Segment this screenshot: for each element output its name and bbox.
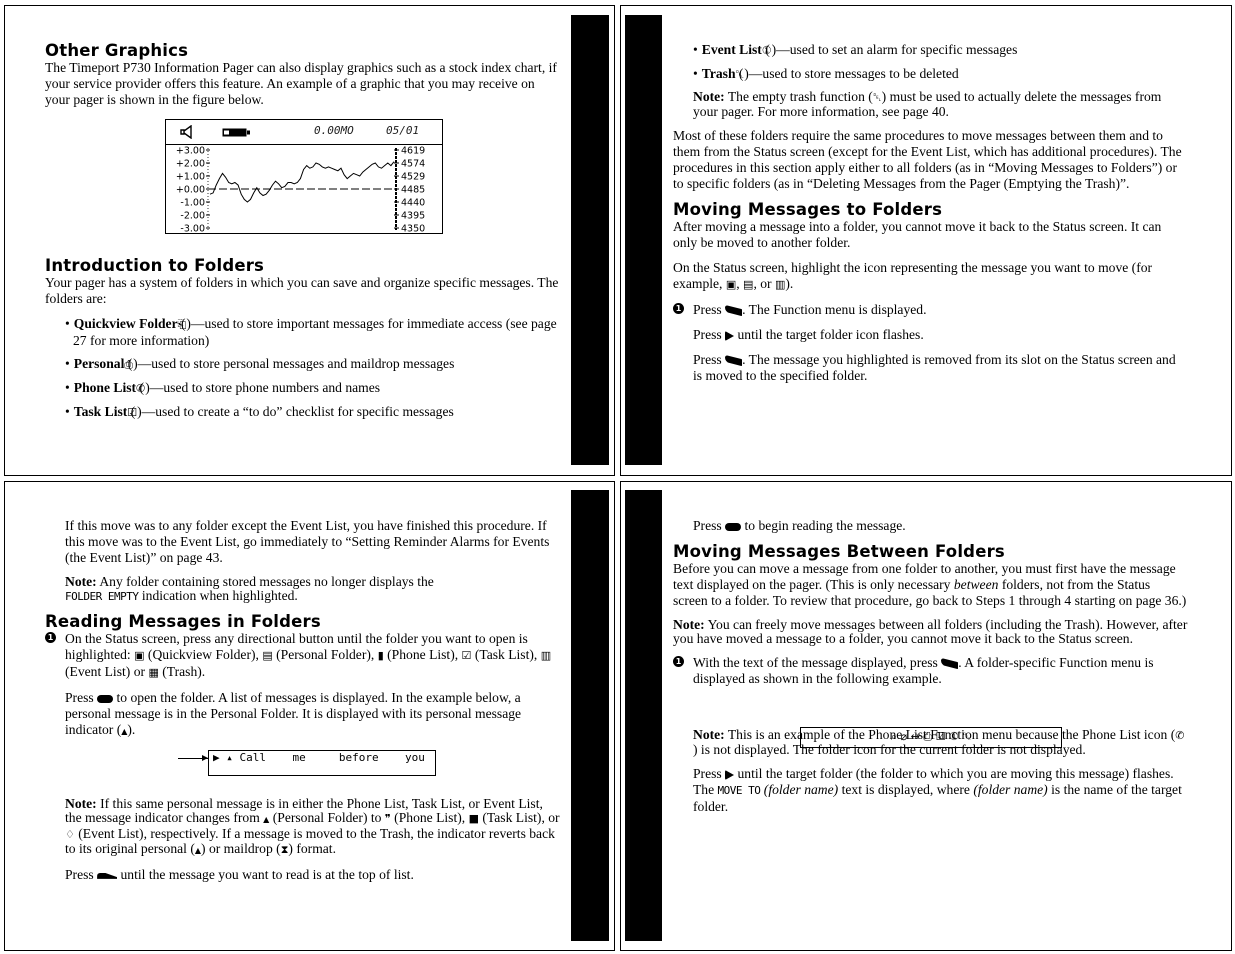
message-icon: ▥ bbox=[774, 278, 786, 291]
select-button-icon bbox=[97, 694, 114, 703]
step-1: 1 Press . The Function menu is displayed… bbox=[673, 302, 1188, 384]
right-tick-label: 4395 bbox=[401, 211, 425, 222]
moving-text: After moving a message into a folder, yo… bbox=[673, 219, 1162, 250]
pager-message-display: ▶ ▴ Call me before you bbox=[208, 750, 436, 776]
battery-icon bbox=[222, 128, 250, 137]
personal-folder-icon: ⎙ bbox=[124, 358, 134, 371]
function-menu-icons: ⌕ ⌀ ↔ ⎙ ☑ ① ␡ bbox=[890, 730, 972, 743]
trash-icon: ␡ bbox=[735, 68, 745, 81]
between-text: Before you can move a message from one f… bbox=[673, 561, 1187, 608]
down-button-icon bbox=[97, 872, 118, 879]
left-tick-label: -2.00 bbox=[180, 211, 205, 222]
function-button-icon bbox=[725, 355, 743, 367]
heading-introduction-to-folders: Introduction to Folders bbox=[45, 256, 265, 275]
pointer-arrow-icon bbox=[178, 755, 208, 761]
pager-time: 0.00MO bbox=[314, 124, 354, 137]
right-button-icon bbox=[725, 330, 735, 341]
other-graphics-text: The Timeport P730 Information Pager can … bbox=[45, 60, 557, 107]
manual-page-top-left: Other Graphics The Timeport P730 Informa… bbox=[4, 5, 615, 476]
phone-list-icon: ✆ bbox=[1175, 729, 1185, 742]
message-line: ▶ ▴ Call me before you bbox=[213, 751, 425, 764]
empty-trash-icon: ␡ bbox=[872, 91, 882, 104]
right-tick-label: 4440 bbox=[401, 198, 425, 209]
thumb-tab bbox=[625, 490, 662, 941]
right-tick-label: 4485 bbox=[401, 185, 425, 196]
list-item: Task List (☑)—used to create a “to do” c… bbox=[65, 404, 560, 421]
manual-page-bottom-left: If this move was to any folder except th… bbox=[4, 481, 615, 951]
list-item: Quickview Folder (⎗)—used to store impor… bbox=[65, 316, 560, 349]
move-to-lcd: MOVE TO bbox=[717, 784, 761, 797]
heading-moving-messages-to-folders: Moving Messages to Folders bbox=[673, 200, 943, 219]
step-number-icon: 1 bbox=[673, 303, 684, 314]
thumb-tab bbox=[571, 490, 609, 941]
personal-folder-icon: ▤ bbox=[262, 649, 273, 662]
speaker-icon bbox=[180, 125, 192, 139]
series-line bbox=[209, 161, 395, 203]
right-tick-label: 4619 bbox=[401, 146, 425, 157]
task-list-icon: ☑ bbox=[461, 649, 472, 662]
quickview-folder-icon: ⎗ bbox=[177, 318, 187, 331]
right-button-icon bbox=[725, 769, 735, 780]
note-folder-empty: Note: Any folder containing stored messa… bbox=[65, 574, 434, 604]
intro-text: Your pager has a system of folders in wh… bbox=[45, 275, 559, 306]
event-list-icon: ▥ bbox=[540, 649, 552, 662]
event-indicator-icon: ♢ bbox=[65, 828, 75, 841]
right-tick-label: 4574 bbox=[401, 159, 425, 170]
note-move-freely: Note: You can freely move messages betwe… bbox=[673, 617, 1188, 646]
thumb-tab bbox=[625, 15, 662, 465]
message-icon: ▤ bbox=[743, 278, 754, 291]
highlight-text: On the Status screen, highlight the icon… bbox=[673, 260, 1153, 291]
function-button-icon bbox=[941, 658, 959, 670]
finished-text: If this move was to any folder except th… bbox=[65, 518, 550, 565]
step-number-icon: 1 bbox=[673, 656, 684, 667]
list-item: Event List (①)—used to set an alarm for … bbox=[693, 42, 1188, 59]
left-tick-label: +2.00 bbox=[176, 159, 205, 170]
left-tick-label: +1.00 bbox=[176, 172, 205, 183]
trash-icon: ▦ bbox=[148, 666, 159, 679]
note-indicator: Note: If this same personal message is i… bbox=[65, 796, 560, 857]
right-tick-label: 4350 bbox=[401, 224, 425, 234]
left-tick-label: -1.00 bbox=[180, 198, 205, 209]
pager-status-bar: 0.00MO 05/01 bbox=[166, 120, 442, 145]
function-menu-display: ⌕ ⌀ ↔ ⎙ ☑ ① ␡ bbox=[800, 727, 1062, 748]
stock-index-chart: 0.00MO 05/01 +3.00 +2.00 +1.00 +0.00 -1.00 -2… bbox=[165, 119, 443, 234]
chart-plot: +3.00 +2.00 +1.00 +0.00 -1.00 -2.00 -3.00 4619 4… bbox=[176, 146, 425, 234]
heading-moving-messages-between-folders: Moving Messages Between Folders bbox=[673, 542, 1005, 561]
folder-list-continued: Event List (①)—used to set an alarm for … bbox=[673, 42, 1188, 83]
folder-list: Quickview Folder (⎗)—used to store impor… bbox=[45, 316, 560, 421]
pager-date: 05/01 bbox=[386, 124, 420, 137]
phone-list-icon: ▮ bbox=[377, 649, 384, 662]
procedures-text: Most of these folders require the same p… bbox=[673, 128, 1182, 191]
heading-reading-messages-in-folders: Reading Messages in Folders bbox=[45, 612, 321, 631]
heading-other-graphics: Other Graphics bbox=[45, 41, 189, 60]
task-list-icon: ☑ bbox=[127, 406, 138, 419]
message-icon: ▣ bbox=[725, 278, 737, 291]
manual-page-bottom-right: Press to begin reading the message. Movi… bbox=[620, 481, 1232, 951]
function-button-icon bbox=[725, 305, 743, 317]
event-list-icon: ① bbox=[761, 44, 772, 57]
left-tick-label: +0.00 bbox=[176, 185, 205, 196]
task-indicator-icon: ■ bbox=[468, 812, 479, 825]
quickview-folder-icon: ▣ bbox=[134, 649, 145, 662]
select-button-icon bbox=[725, 522, 742, 531]
left-tick-label: -3.00 bbox=[180, 224, 205, 234]
list-item: Phone List (✆)—used to store phone numbe… bbox=[65, 380, 560, 397]
begin-reading-text: Press to begin reading the message. bbox=[693, 518, 906, 533]
right-tick-label: 4529 bbox=[401, 172, 425, 183]
folder-empty-lcd: FOLDER EMPTY bbox=[65, 590, 139, 603]
thumb-tab bbox=[571, 15, 609, 465]
list-item: Personal (⎙)—used to store personal mess… bbox=[65, 356, 560, 373]
step-number-icon: 1 bbox=[45, 632, 56, 643]
phone-list-icon: ✆ bbox=[136, 382, 146, 395]
left-tick-label: +3.00 bbox=[176, 146, 205, 157]
manual-page-top-right: Event List (①)—used to set an alarm for … bbox=[620, 5, 1232, 476]
list-item: Trash (␡)—used to store messages to be d… bbox=[693, 66, 1188, 83]
note-empty-trash: Note: The empty trash function (␡) must … bbox=[693, 89, 1162, 119]
